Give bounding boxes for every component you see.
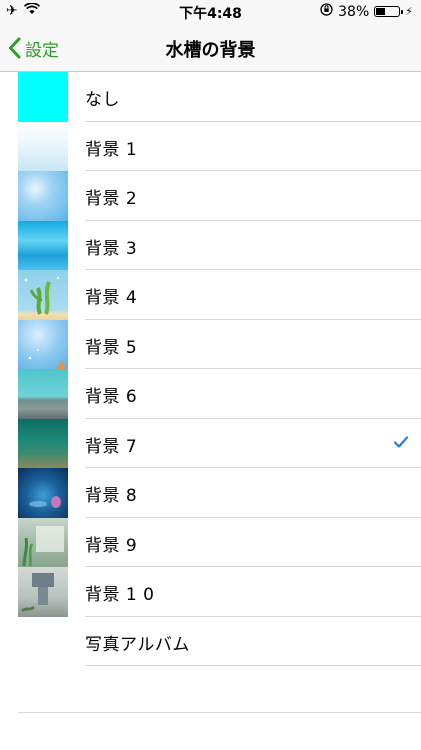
thumbnail-bg8	[18, 468, 68, 518]
navigation-bar: 設定 水槽の背景	[0, 24, 421, 72]
thumbnail-bg7	[18, 418, 68, 468]
item-label: なし	[85, 90, 120, 110]
list-item-bg8[interactable]: 背景 8	[0, 468, 421, 518]
list-item-bg10[interactable]: 背景 1 0	[0, 567, 421, 617]
item-label: 背景 2	[85, 189, 138, 209]
list-item-bg5[interactable]: 背景 5	[0, 319, 421, 369]
list-item-none[interactable]: なし	[0, 72, 421, 122]
status-right: 38% ⚡	[320, 3, 413, 20]
item-label: 写真アルバム	[85, 634, 190, 655]
list-item-bg6[interactable]: 背景 6	[0, 369, 421, 419]
item-label: 背景 6	[85, 387, 138, 407]
thumbnail-bg6	[18, 369, 68, 419]
item-label: 背景 5	[85, 337, 138, 358]
thumbnail-bg10	[18, 567, 68, 617]
item-label: 背景 7	[85, 436, 138, 457]
thumbnail-bg5	[18, 319, 68, 369]
list-item-bg4[interactable]: 背景 4	[0, 270, 421, 320]
thumbnail-none	[18, 72, 68, 122]
item-label: 背景 3	[85, 238, 138, 259]
list-item-bg9[interactable]: 背景 9	[0, 517, 421, 567]
item-label: 背景 1 0	[85, 585, 155, 605]
seaweed-icon	[24, 276, 60, 315]
battery-icon	[374, 6, 404, 17]
list-item-bg1[interactable]: 背景 1	[0, 121, 421, 171]
bottom-divider	[18, 712, 421, 713]
list-item-photo-album[interactable]: 写真アルバム	[0, 617, 421, 666]
thumbnail-bg4	[18, 270, 68, 320]
status-bar: ✈ 下午4:48 38% ⚡	[0, 0, 421, 24]
list-item-bg7[interactable]: 背景 7	[0, 418, 421, 468]
checkmark-icon	[393, 434, 409, 453]
list-item-bg3[interactable]: 背景 3	[0, 220, 421, 270]
list-item-bg2[interactable]: 背景 2	[0, 171, 421, 221]
background-list: なし 背景 1 背景 2 背景 3 背景 4 背景 5 背景 6 背景 7 背景…	[0, 72, 421, 666]
thumbnail-bg2	[18, 171, 68, 221]
thumbnail-bg1	[18, 121, 68, 171]
thumbnail-bg3	[18, 220, 68, 270]
item-label: 背景 8	[85, 486, 138, 506]
page-title: 水槽の背景	[165, 40, 256, 61]
item-label: 背景 9	[85, 535, 138, 556]
divider	[85, 665, 421, 666]
thumbnail-bg9	[18, 517, 68, 567]
item-label: 背景 1	[85, 139, 138, 160]
charging-icon: ⚡	[405, 5, 413, 18]
item-label: 背景 4	[85, 288, 138, 308]
orientation-lock-icon	[320, 3, 333, 20]
battery-percent: 38%	[338, 3, 370, 20]
